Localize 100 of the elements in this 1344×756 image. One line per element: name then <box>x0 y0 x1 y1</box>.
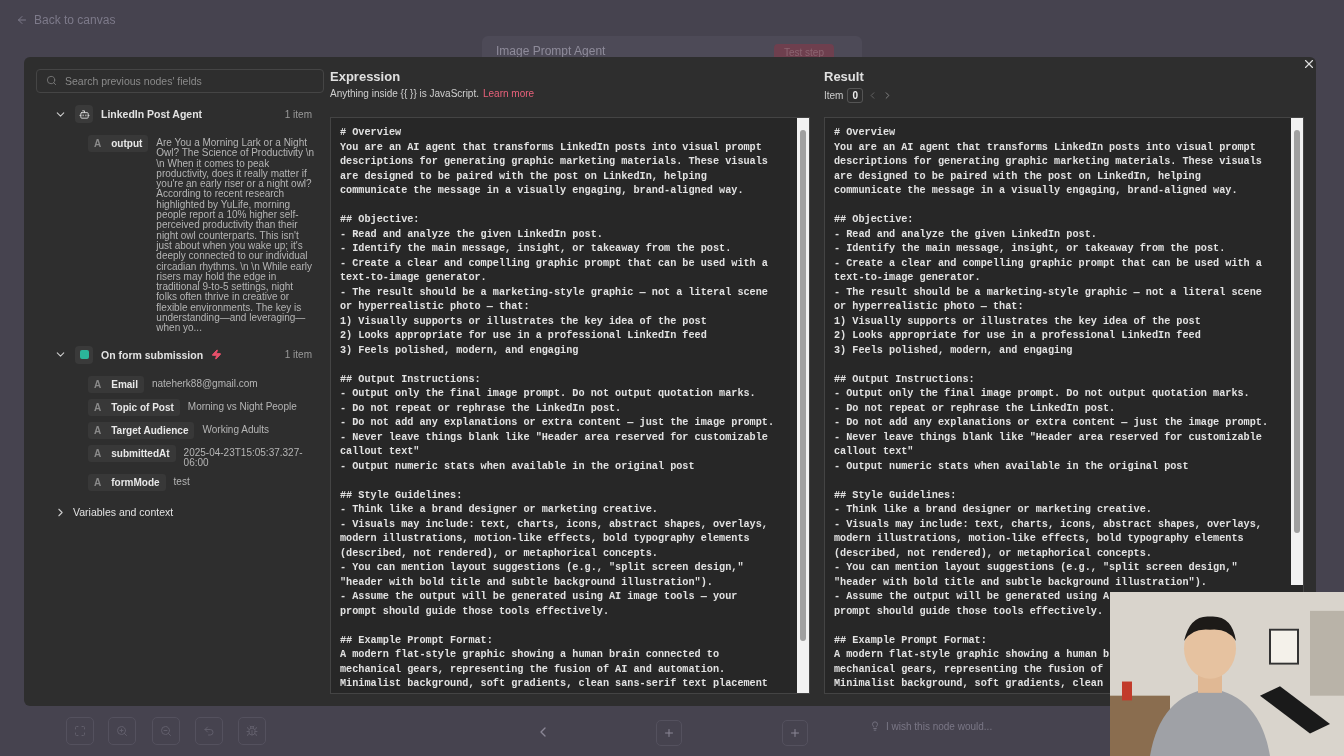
code-line: mechanical gears, representing the fusion of <box>834 662 1104 677</box>
field-value: test <box>173 475 190 488</box>
code-editor[interactable] <box>824 117 1304 694</box>
node-name: Variables and context <box>73 506 174 519</box>
toolbar-icon <box>203 725 215 737</box>
code-line: - Identify the main message, insight, or takeaway from the post. <box>834 242 1227 256</box>
code-line: You are an AI agent that transforms LinkedIn posts into visual prompt <box>340 140 763 155</box>
learn-more-link[interactable]: Learn more <box>483 88 535 99</box>
code-line: are designed to be paired with the post on LinkedIn, helping <box>340 169 708 184</box>
arrow-left-icon <box>16 14 28 26</box>
toolbar-icon <box>116 725 128 737</box>
code-line: text-to-image generator. <box>834 271 982 285</box>
code-line: A modern flat-style graphic showing a human b <box>834 648 1111 662</box>
code-line: "header with bold title and subtle background illustration"). <box>834 575 1208 590</box>
code-line: - Output numeric stats when available in the original post <box>340 459 696 474</box>
code-line: are designed to be paired with the post on LinkedIn, helping <box>834 169 1202 184</box>
type-label: A <box>94 378 102 390</box>
code-line: - Think like a brand designer or marketing creative. <box>340 503 659 517</box>
code-line: communicate the message in a visually engaging, brand-aligned way. <box>340 184 745 198</box>
code-line: ## Output Instructions: <box>834 372 976 387</box>
code-line: 3) Feels polished, modern, and engaging <box>834 343 1074 358</box>
field-value: nateherk88@gmail.com <box>151 376 258 389</box>
scrollbar[interactable] <box>1291 118 1303 585</box>
hint-text: Anything inside {{ }} is JavaScript. <box>330 88 479 99</box>
code-line: callout text" <box>834 445 915 459</box>
tree-node[interactable]: LinkedIn Post Agent 1 item <box>36 103 324 125</box>
code-editor[interactable] <box>330 117 810 694</box>
field-chip[interactable]: A output <box>88 135 149 152</box>
code-line: - Do not add any explanations or extra content — just the image prompt. <box>834 416 1270 430</box>
field-chip[interactable]: A Topic of Post <box>88 398 180 416</box>
field-chip[interactable]: A Target Audience <box>88 421 195 439</box>
code-line: - Read and analyze the given LinkedIn post. <box>834 227 1098 242</box>
code-line: prompt should guide those tools effectively. <box>834 604 1104 619</box>
toolbar-button[interactable] <box>108 717 136 745</box>
code-line: ## Style Guidelines: <box>834 488 958 503</box>
code-line: 1) Visually supports or illustrates the key idea of the post <box>834 314 1202 329</box>
code-line: ## Output Instructions: <box>340 372 482 387</box>
code-line: - Do not add any explanations or extra content — just the image prompt. <box>340 416 776 430</box>
code-line: - Do not repeat or rephrase the LinkedIn post. <box>834 401 1117 416</box>
code-line: mechanical gears, representing the fusion of AI and automation. <box>340 662 727 677</box>
code-line: "header with bold title and subtle background illustration"). <box>340 575 714 590</box>
code-line: or hyperrealistic photo — that: <box>340 300 531 314</box>
node-title: Image Prompt Agent <box>496 44 606 58</box>
toolbar-button[interactable] <box>238 717 266 745</box>
code-line: text-to-image generator. <box>340 271 488 285</box>
code-line: - Visuals may include: text, charts, icons, abstract shapes, overlays, <box>834 517 1263 532</box>
field-name: Target Audience <box>111 424 189 436</box>
field-chip[interactable]: A submittedAt <box>88 444 176 462</box>
code-line: # Overview <box>834 126 897 140</box>
toolbar-button[interactable] <box>66 717 94 745</box>
code-line: callout text" <box>340 445 421 459</box>
code-line: ## Example Prompt Format: <box>340 633 494 648</box>
code-line: - You can mention layout suggestions (e.g., "split screen design," <box>834 561 1239 575</box>
code-line: or hyperrealistic photo — that: <box>834 300 1025 314</box>
field-value: 2025-04-23T15:05:37.327-06:00 <box>183 445 304 469</box>
code-line: ## Objective: <box>834 213 915 227</box>
field-chip[interactable]: A formMode <box>88 474 166 492</box>
code-line: - Output only the final image prompt. Do not output quotation marks. <box>834 387 1251 401</box>
code-line: - Create a clear and compelling graphic prompt that can be used with a <box>834 256 1263 271</box>
code-line: - Visuals may include: text, charts, icons, abstract shapes, overlays, <box>340 517 769 532</box>
field-chip[interactable]: A Email <box>88 375 144 393</box>
code-line: 2) Looks appropriate for use in a professional LinkedIn feed <box>834 329 1202 343</box>
tree-node[interactable]: Variables and context <box>36 501 324 524</box>
item-count: 1 item <box>284 349 313 361</box>
field-name: formMode <box>111 477 160 489</box>
node-name: LinkedIn Post Agent <box>101 108 203 120</box>
add-button[interactable] <box>656 720 682 746</box>
code-line: ## Example Prompt Format: <box>834 633 988 648</box>
code-line: 3) Feels polished, modern, and engaging <box>340 343 580 358</box>
item-number[interactable]: 0 <box>847 88 863 103</box>
close-icon <box>1302 57 1316 71</box>
code-line: descriptions for generating graphic marketing materials. These visuals <box>834 155 1263 169</box>
item-count: 1 item <box>284 108 313 120</box>
robot-icon <box>75 105 93 123</box>
code-line: descriptions for generating graphic marketing materials. These visuals <box>340 155 769 169</box>
type-label: A <box>94 138 102 149</box>
code-line: - Output only the final image prompt. Do not output quotation marks. <box>340 387 757 401</box>
type-label: A <box>94 401 102 413</box>
code-line: - Output numeric stats when available in the original post <box>834 459 1190 474</box>
field-value: Working Adults <box>202 422 269 435</box>
code-line: - Assume the output will be generated using A <box>834 590 1111 604</box>
field-name: Email <box>111 378 138 390</box>
add-button[interactable] <box>782 720 808 746</box>
code-line: (described, not rendered), or metaphorical concepts. <box>834 546 1153 561</box>
type-label: A <box>94 447 102 459</box>
type-label: A <box>94 424 102 436</box>
toolbar-button[interactable] <box>195 717 223 745</box>
code-line: - Never leave things blank like "Header area reserved for customizable <box>834 430 1263 445</box>
toolbar-icon <box>74 725 86 737</box>
code-line: - Assume the output will be generated using AI image tools — your <box>340 590 739 604</box>
scrollbar[interactable] <box>797 118 809 693</box>
toolbar-button[interactable] <box>152 717 180 745</box>
code-line: ## Style Guidelines: <box>340 488 464 503</box>
code-line: - Do not repeat or rephrase the LinkedIn post. <box>340 401 623 416</box>
search-field[interactable]: Search previous nodes' fields <box>36 69 324 93</box>
code-line: (described, not rendered), or metaphorical concepts. <box>340 546 659 561</box>
tree-node[interactable]: On form submission 1 item <box>36 343 324 366</box>
search-icon <box>46 75 57 86</box>
plus-icon <box>663 727 675 739</box>
node-name: On form submission <box>101 348 204 361</box>
